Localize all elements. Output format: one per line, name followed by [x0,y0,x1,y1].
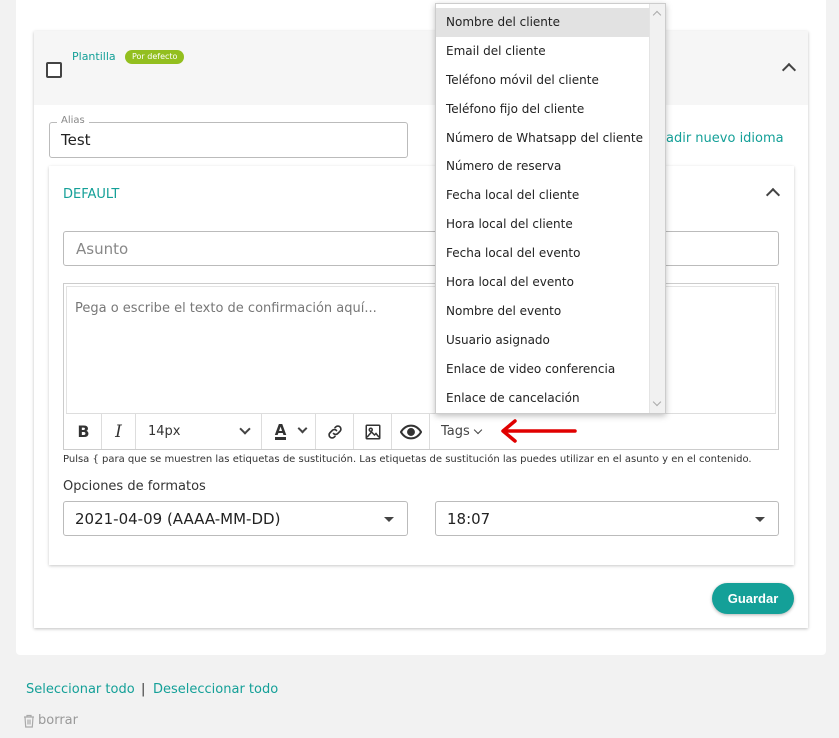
rich-text-editor: Pega o escribe el texto de confirmación … [63,283,779,450]
caret-down-icon [384,517,394,522]
font-size-select[interactable]: 14px [136,414,262,449]
select-all-link[interactable]: Seleccionar todo [26,682,135,697]
editor-toolbar: B I 14px A Tags [66,413,776,449]
image-icon [365,424,380,439]
editor-placeholder: Pega o escribe el texto de confirmación … [75,301,377,316]
tags-list: Nombre del cliente Email del cliente Teléf… [436,8,649,412]
time-format-select[interactable]: 18:07 [435,501,779,536]
link-icon [327,424,342,439]
tag-option[interactable]: Teléfono fijo del cliente [436,95,649,124]
alias-legend: Alias [57,115,89,126]
tag-option[interactable]: Fecha local del cliente [436,181,649,210]
tag-option[interactable]: Hora local del cliente [436,210,649,239]
deselect-all-link[interactable]: Deseleccionar todo [153,682,278,697]
format-options-label: Opciones de formatos [63,479,206,494]
font-size-value: 14px [148,424,181,439]
tag-option[interactable]: Enlace de cancelación [436,384,649,413]
bold-button[interactable]: B [66,414,102,449]
time-format-value: 18:07 [447,510,491,528]
footer-separator: | [141,682,146,697]
italic-button[interactable]: I [102,414,136,449]
date-format-select[interactable]: 2021-04-09 (AAAA-MM-DD) [63,501,408,536]
bold-icon: B [77,422,90,441]
tags-dropdown-menu: Nombre del cliente Email del cliente Teléf… [435,3,666,414]
subject-placeholder: Asunto [76,240,129,258]
image-button[interactable] [354,414,392,449]
collapse-chevron-icon[interactable] [781,62,797,78]
tag-option[interactable]: Nombre del cliente [436,8,649,37]
tag-option[interactable]: Hora local del evento [436,268,649,297]
tags-dropdown-button[interactable]: Tags [430,414,496,449]
substitution-hint: Pulsa { para que se muestren las etiquet… [63,454,752,465]
add-language-link[interactable]: adir nuevo idioma [666,131,784,146]
link-button[interactable] [316,414,354,449]
text-color-icon: A [274,421,287,440]
tag-option[interactable]: Nombre del evento [436,297,649,326]
chevron-down-icon [473,425,483,435]
editor-content-area[interactable]: Pega o escribe el texto de confirmación … [66,286,776,413]
tag-option[interactable]: Número de Whatsapp del cliente [436,124,649,153]
tag-option[interactable]: Usuario asignado [436,326,649,355]
preview-button[interactable] [392,414,430,449]
tag-option[interactable]: Teléfono móvil del cliente [436,66,649,95]
red-arrow-icon [501,419,577,443]
delete-label: borrar [38,713,78,728]
italic-icon: I [115,421,122,442]
eye-icon [399,424,422,439]
default-badge: Por defecto [125,50,185,64]
save-button[interactable]: Guardar [712,583,794,614]
scroll-up-icon[interactable] [652,10,662,20]
template-label: Plantilla [72,50,116,63]
delete-button[interactable]: borrar [23,713,78,728]
caret-down-icon [755,517,765,522]
subject-input[interactable]: Asunto [63,231,779,266]
tag-option[interactable]: Email del cliente [436,37,649,66]
tags-label: Tags [441,424,470,439]
dropdown-scrollbar[interactable] [649,4,665,413]
template-card-header[interactable]: Plantilla Por defecto [34,31,808,105]
trash-icon [24,714,34,728]
template-checkbox[interactable] [46,62,62,78]
alias-value[interactable]: Test [61,131,91,149]
date-format-value: 2021-04-09 (AAAA-MM-DD) [75,510,281,528]
tag-option[interactable]: Enlace de video conferencia [436,355,649,384]
chevron-down-icon [297,423,308,434]
chevron-down-icon [239,423,251,435]
tag-option[interactable]: Fecha local del evento [436,239,649,268]
scroll-down-icon[interactable] [652,397,662,407]
alias-field[interactable] [49,122,408,158]
tag-option[interactable]: Número de reserva [436,152,649,181]
section-title[interactable]: DEFAULT [63,187,119,202]
text-color-button[interactable]: A [262,414,316,449]
